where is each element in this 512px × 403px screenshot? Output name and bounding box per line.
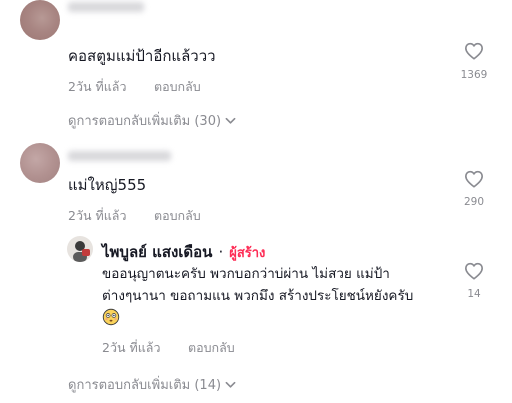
reply-button[interactable]: ตอบกลับ xyxy=(154,206,201,226)
avatar[interactable] xyxy=(20,143,60,183)
reply-button[interactable]: ตอบกลับ xyxy=(154,77,201,97)
view-more-replies-button[interactable]: ดูการตอบกลับเพิ่มเติม (30) xyxy=(68,110,236,131)
heart-icon[interactable] xyxy=(464,170,484,188)
reply-timestamp: 2วัน ที่แล้ว xyxy=(102,340,161,355)
reply-author-name[interactable]: ไพบูลย์ แสงเดือน xyxy=(102,240,212,264)
reply-author-row: ไพบูลย์ แสงเดือน · ผู้สร้าง xyxy=(102,240,265,264)
reply-emoji-line xyxy=(102,307,492,329)
username-blurred[interactable] xyxy=(68,2,144,12)
view-more-replies-label: ดูการตอบกลับเพิ่มเติม (14) xyxy=(68,378,222,393)
view-more-replies-label: ดูการตอบกลับเพิ่มเติม (30) xyxy=(68,114,222,129)
heart-icon[interactable] xyxy=(464,42,484,60)
view-more-replies-button[interactable]: ดูการตอบกลับเพิ่มเติม (14) xyxy=(68,374,236,395)
comment-text: คอสตูมแม่ป้าอีกแล้ววว xyxy=(68,47,216,65)
comment-timestamp: 2วัน ที่แล้ว xyxy=(68,208,127,223)
avatar[interactable] xyxy=(20,0,60,40)
chevron-down-icon xyxy=(225,117,236,124)
reply-text-line: ต่างๆนานา ขอถามแน พวกมึง สร้างประโยชน์หย… xyxy=(102,288,414,304)
like-count: 14 xyxy=(467,288,481,300)
reply-text: ขออนุญาตนะครับ พวกบอกว่าบ่ผ่าน ไม่สวย แม… xyxy=(102,263,492,329)
creator-badge: ผู้สร้าง xyxy=(229,245,266,261)
chevron-down-icon xyxy=(225,381,236,388)
reply-text-line: ขออนุญาตนะครับ พวกบอกว่าบ่ผ่าน ไม่สวย แม… xyxy=(102,266,390,282)
comment-text: แม่ใหญ่555 xyxy=(68,176,147,194)
flushed-face-emoji-icon xyxy=(102,308,120,326)
like-count: 290 xyxy=(463,196,485,208)
username-blurred[interactable] xyxy=(68,151,171,161)
separator-dot: · xyxy=(218,243,224,261)
creator-avatar[interactable] xyxy=(67,236,93,262)
comment-timestamp: 2วัน ที่แล้ว xyxy=(68,79,127,94)
heart-icon[interactable] xyxy=(464,262,484,280)
reply-button[interactable]: ตอบกลับ xyxy=(188,338,235,358)
avatar-image xyxy=(73,241,90,262)
like-count: 1369 xyxy=(460,69,488,81)
